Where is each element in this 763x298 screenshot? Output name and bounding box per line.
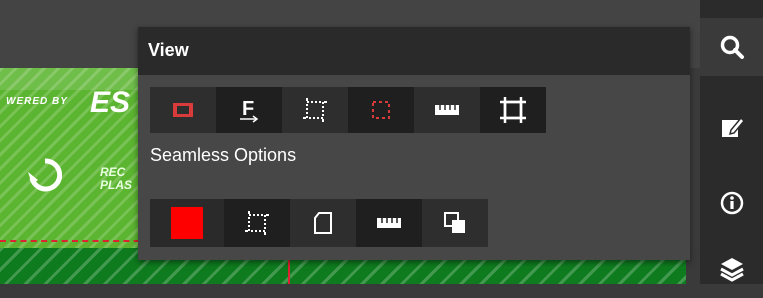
seamless-ruler-tool[interactable] xyxy=(356,199,422,247)
banner-logo: ES xyxy=(90,86,131,119)
page-icon xyxy=(314,212,332,234)
font-view-tool[interactable]: F xyxy=(216,87,282,133)
view-panel-header: View xyxy=(138,27,690,75)
dotted-frame-icon xyxy=(245,211,269,235)
layers-icon xyxy=(719,258,744,282)
view-panel-title: View xyxy=(148,40,189,60)
page-tool[interactable] xyxy=(290,199,356,247)
recycle-banner: WERED BY ES REC PLAS xyxy=(0,68,150,248)
seamless-options-label: Seamless Options xyxy=(150,145,297,165)
overlap-tool[interactable] xyxy=(422,199,488,247)
red-square-icon xyxy=(171,207,203,239)
dotted-frame-icon xyxy=(303,98,327,122)
view-toolbar: F xyxy=(150,87,546,133)
crop-marks-tool[interactable] xyxy=(480,87,546,133)
seamless-guides-tool[interactable] xyxy=(224,199,290,247)
svg-text:F: F xyxy=(242,98,254,120)
sidebar-info-button[interactable] xyxy=(700,174,763,232)
ruler-tool[interactable] xyxy=(414,87,480,133)
bleed-view-tool[interactable] xyxy=(150,87,216,133)
overlap-squares-icon xyxy=(444,212,465,233)
safe-area-tool[interactable] xyxy=(348,87,414,133)
crop-icon xyxy=(500,97,526,123)
edit-note-icon xyxy=(721,116,745,137)
ruler-icon xyxy=(377,218,401,228)
banner-tagline: WERED BY xyxy=(6,96,68,107)
sidebar-edit-button[interactable] xyxy=(700,98,763,156)
red-dotted-frame-icon xyxy=(372,101,390,119)
font-underline-icon: F xyxy=(240,98,259,123)
search-icon xyxy=(720,35,744,59)
right-sidebar xyxy=(700,0,763,284)
sidebar-layers-button[interactable] xyxy=(700,240,763,298)
seamless-toolbar xyxy=(150,199,488,247)
red-bleed-rect-icon xyxy=(173,103,193,117)
recycle-icon xyxy=(28,158,62,192)
view-panel: View F Seamless Options xyxy=(138,27,690,260)
sidebar-search-button[interactable] xyxy=(700,18,763,76)
seamless-color-tool[interactable] xyxy=(150,199,224,247)
ruler-icon xyxy=(435,105,459,115)
trim-guides-tool[interactable] xyxy=(282,87,348,133)
info-icon xyxy=(720,191,743,215)
